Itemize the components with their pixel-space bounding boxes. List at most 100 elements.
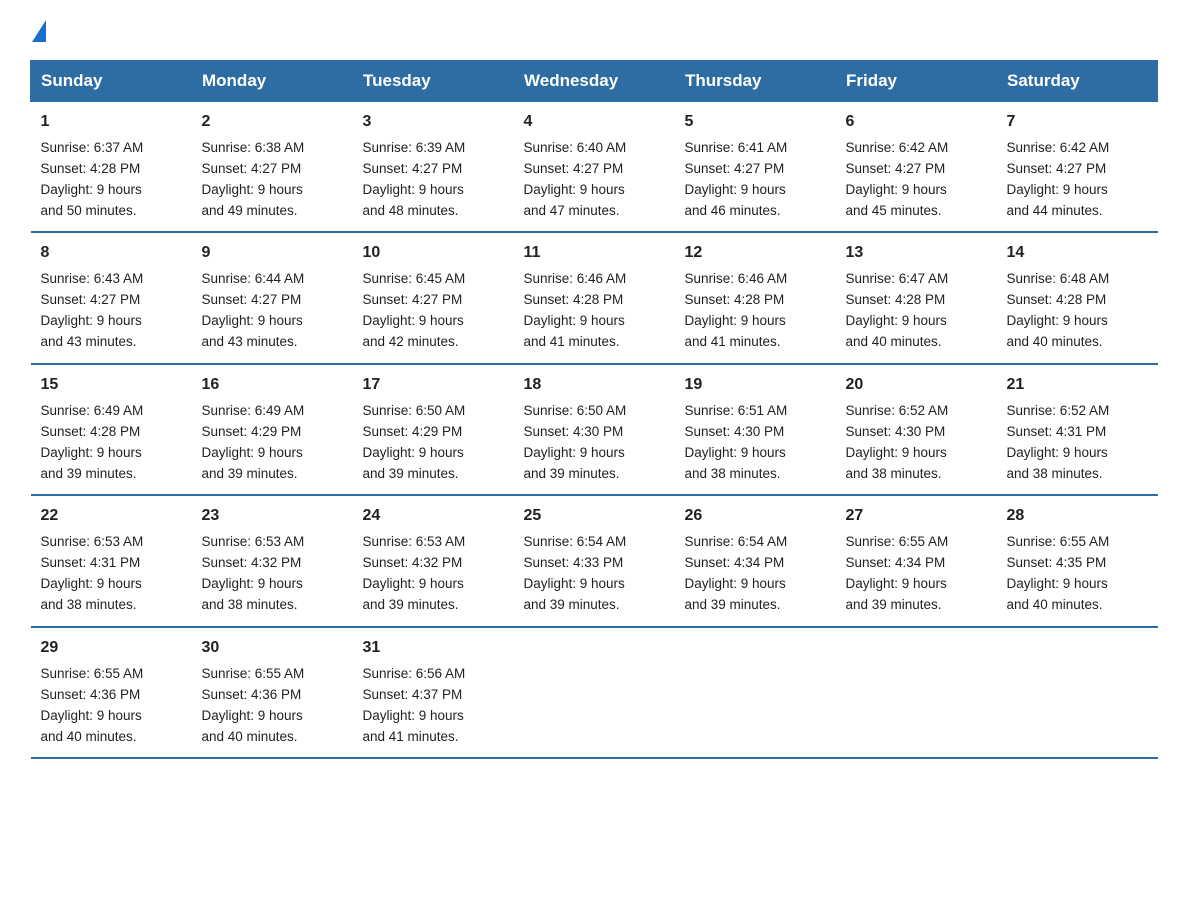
day-number: 19 [685,373,826,398]
calendar-week-row: 29 Sunrise: 6:55 AMSunset: 4:36 PMDayligh… [31,627,1158,758]
day-number: 12 [685,241,826,266]
day-info: Sunrise: 6:52 AMSunset: 4:30 PMDaylight:… [846,403,949,481]
day-info: Sunrise: 6:54 AMSunset: 4:33 PMDaylight:… [524,534,627,612]
weekday-header-sunday: Sunday [31,61,192,102]
calendar-day-cell: 13Sunrise: 6:47 AMSunset: 4:28 PMDayligh… [836,232,997,363]
calendar-day-cell: 29 Sunrise: 6:55 AMSunset: 4:36 PMDayligh… [31,627,192,758]
weekday-header-tuesday: Tuesday [353,61,514,102]
day-info: Sunrise: 6:55 AMSunset: 4:34 PMDaylight:… [846,534,949,612]
calendar-day-cell: 7 Sunrise: 6:42 AMSunset: 4:27 PMDaylight… [997,102,1158,233]
day-number: 9 [202,241,343,266]
day-number: 30 [202,636,343,661]
day-info: Sunrise: 6:55 AMSunset: 4:36 PMDaylight:… [41,666,144,744]
calendar-table: SundayMondayTuesdayWednesdayThursdayFrid… [30,60,1158,759]
day-number: 25 [524,504,665,529]
calendar-week-row: 8Sunrise: 6:43 AMSunset: 4:27 PMDaylight… [31,232,1158,363]
weekday-header-monday: Monday [192,61,353,102]
calendar-day-cell: 6 Sunrise: 6:42 AMSunset: 4:27 PMDaylight… [836,102,997,233]
day-number: 16 [202,373,343,398]
weekday-header-thursday: Thursday [675,61,836,102]
calendar-day-cell: 25 Sunrise: 6:54 AMSunset: 4:33 PMDayligh… [514,495,675,626]
calendar-day-cell: 22 Sunrise: 6:53 AMSunset: 4:31 PMDayligh… [31,495,192,626]
day-info: Sunrise: 6:38 AMSunset: 4:27 PMDaylight:… [202,140,305,218]
day-info: Sunrise: 6:53 AMSunset: 4:31 PMDaylight:… [41,534,144,612]
weekday-header-friday: Friday [836,61,997,102]
day-number: 26 [685,504,826,529]
calendar-day-cell: 30 Sunrise: 6:55 AMSunset: 4:36 PMDayligh… [192,627,353,758]
calendar-day-cell: 26 Sunrise: 6:54 AMSunset: 4:34 PMDayligh… [675,495,836,626]
day-number: 21 [1007,373,1148,398]
day-number: 8 [41,241,182,266]
day-number: 27 [846,504,987,529]
day-info: Sunrise: 6:45 AMSunset: 4:27 PMDaylight:… [363,271,466,349]
day-number: 4 [524,110,665,135]
day-info: Sunrise: 6:41 AMSunset: 4:27 PMDaylight:… [685,140,788,218]
day-info: Sunrise: 6:52 AMSunset: 4:31 PMDaylight:… [1007,403,1110,481]
calendar-day-cell: 16 Sunrise: 6:49 AMSunset: 4:29 PMDayligh… [192,364,353,495]
day-info: Sunrise: 6:46 AMSunset: 4:28 PMDaylight:… [685,271,788,349]
day-info: Sunrise: 6:55 AMSunset: 4:35 PMDaylight:… [1007,534,1110,612]
calendar-day-cell: 18Sunrise: 6:50 AMSunset: 4:30 PMDayligh… [514,364,675,495]
calendar-day-cell: 5 Sunrise: 6:41 AMSunset: 4:27 PMDaylight… [675,102,836,233]
day-info: Sunrise: 6:54 AMSunset: 4:34 PMDaylight:… [685,534,788,612]
logo-triangle-icon [32,20,46,42]
calendar-day-cell [675,627,836,758]
calendar-day-cell: 1Sunrise: 6:37 AMSunset: 4:28 PMDaylight… [31,102,192,233]
day-info: Sunrise: 6:49 AMSunset: 4:28 PMDaylight:… [41,403,144,481]
day-info: Sunrise: 6:49 AMSunset: 4:29 PMDaylight:… [202,403,305,481]
calendar-day-cell: 14 Sunrise: 6:48 AMSunset: 4:28 PMDayligh… [997,232,1158,363]
weekday-header-wednesday: Wednesday [514,61,675,102]
calendar-day-cell: 2 Sunrise: 6:38 AMSunset: 4:27 PMDaylight… [192,102,353,233]
calendar-day-cell: 12 Sunrise: 6:46 AMSunset: 4:28 PMDayligh… [675,232,836,363]
calendar-day-cell: 8Sunrise: 6:43 AMSunset: 4:27 PMDaylight… [31,232,192,363]
calendar-week-row: 1Sunrise: 6:37 AMSunset: 4:28 PMDaylight… [31,102,1158,233]
calendar-day-cell: 10 Sunrise: 6:45 AMSunset: 4:27 PMDayligh… [353,232,514,363]
day-number: 2 [202,110,343,135]
calendar-day-cell [836,627,997,758]
day-number: 15 [41,373,182,398]
day-number: 23 [202,504,343,529]
day-number: 10 [363,241,504,266]
day-info: Sunrise: 6:40 AMSunset: 4:27 PMDaylight:… [524,140,627,218]
calendar-day-cell: 9 Sunrise: 6:44 AMSunset: 4:27 PMDaylight… [192,232,353,363]
day-number: 6 [846,110,987,135]
day-number: 3 [363,110,504,135]
day-number: 24 [363,504,504,529]
day-info: Sunrise: 6:51 AMSunset: 4:30 PMDaylight:… [685,403,788,481]
calendar-week-row: 15 Sunrise: 6:49 AMSunset: 4:28 PMDayligh… [31,364,1158,495]
day-info: Sunrise: 6:53 AMSunset: 4:32 PMDaylight:… [202,534,305,612]
day-info: Sunrise: 6:42 AMSunset: 4:27 PMDaylight:… [846,140,949,218]
day-number: 22 [41,504,182,529]
calendar-day-cell: 24 Sunrise: 6:53 AMSunset: 4:32 PMDayligh… [353,495,514,626]
logo [30,20,46,44]
day-number: 31 [363,636,504,661]
day-number: 29 [41,636,182,661]
day-info: Sunrise: 6:44 AMSunset: 4:27 PMDaylight:… [202,271,305,349]
day-number: 28 [1007,504,1148,529]
day-number: 17 [363,373,504,398]
day-info: Sunrise: 6:53 AMSunset: 4:32 PMDaylight:… [363,534,466,612]
day-number: 13 [846,241,987,266]
calendar-day-cell: 21 Sunrise: 6:52 AMSunset: 4:31 PMDayligh… [997,364,1158,495]
calendar-day-cell [514,627,675,758]
calendar-day-cell: 23 Sunrise: 6:53 AMSunset: 4:32 PMDayligh… [192,495,353,626]
day-info: Sunrise: 6:48 AMSunset: 4:28 PMDaylight:… [1007,271,1110,349]
calendar-day-cell: 19 Sunrise: 6:51 AMSunset: 4:30 PMDayligh… [675,364,836,495]
day-number: 1 [41,110,182,135]
calendar-day-cell: 28 Sunrise: 6:55 AMSunset: 4:35 PMDayligh… [997,495,1158,626]
day-number: 11 [524,241,665,266]
day-number: 14 [1007,241,1148,266]
day-info: Sunrise: 6:55 AMSunset: 4:36 PMDaylight:… [202,666,305,744]
day-info: Sunrise: 6:46 AMSunset: 4:28 PMDaylight:… [524,271,627,349]
calendar-day-cell: 31Sunrise: 6:56 AMSunset: 4:37 PMDayligh… [353,627,514,758]
day-number: 7 [1007,110,1148,135]
calendar-day-cell [997,627,1158,758]
page-header [30,20,1158,44]
day-number: 20 [846,373,987,398]
day-info: Sunrise: 6:42 AMSunset: 4:27 PMDaylight:… [1007,140,1110,218]
calendar-day-cell: 4 Sunrise: 6:40 AMSunset: 4:27 PMDaylight… [514,102,675,233]
calendar-day-cell: 15 Sunrise: 6:49 AMSunset: 4:28 PMDayligh… [31,364,192,495]
calendar-day-cell: 27 Sunrise: 6:55 AMSunset: 4:34 PMDayligh… [836,495,997,626]
day-number: 5 [685,110,826,135]
weekday-header-saturday: Saturday [997,61,1158,102]
